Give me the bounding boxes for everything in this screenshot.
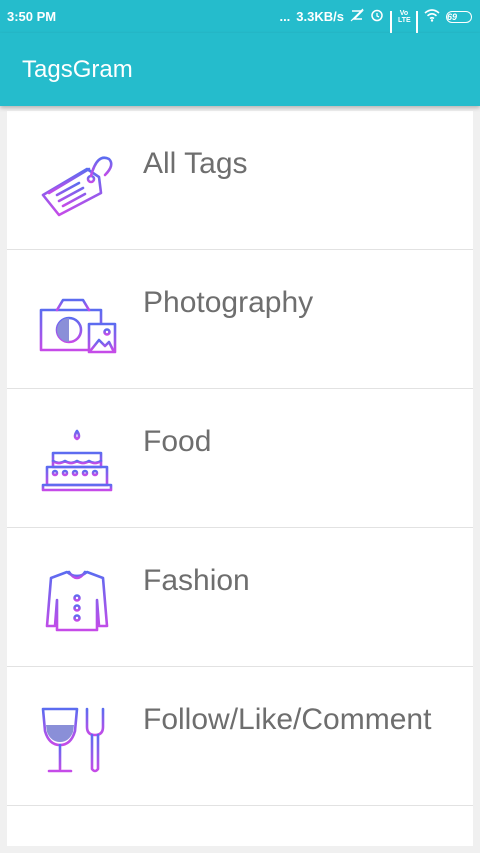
cake-icon [39, 427, 119, 499]
category-item-all-tags[interactable]: All Tags [7, 111, 473, 250]
network-speed: 3.3KB/s [296, 9, 344, 24]
volte-icon: Vo LTE [398, 9, 411, 24]
status-bar: 3:50 PM ... 3.3KB/s Vo LTE 69 [0, 0, 480, 38]
app-bar: TagsGram [0, 33, 480, 106]
category-item-follow-like-comment[interactable]: Follow/Like/Comment [7, 667, 473, 806]
category-list: All Tags Photography Food Fashion Follow… [7, 111, 473, 846]
category-item-food[interactable]: Food [7, 389, 473, 528]
camera-icon [39, 288, 119, 360]
wine-fork-icon [39, 705, 119, 777]
category-label: Fashion [143, 564, 250, 597]
category-item-partial[interactable] [7, 806, 473, 846]
data-saver-icon [350, 8, 364, 25]
status-time: 3:50 PM [7, 9, 57, 24]
status-icons: ... 3.3KB/s Vo LTE 69 [279, 8, 472, 38]
category-label: All Tags [143, 147, 248, 180]
signal-icon [390, 10, 392, 38]
category-item-fashion[interactable]: Fashion [7, 528, 473, 667]
category-label: Photography [143, 286, 314, 319]
wifi-icon [424, 8, 440, 25]
alarm-icon [370, 8, 384, 25]
category-label: Follow/Like/Comment [143, 703, 432, 736]
category-label: Food [143, 425, 212, 458]
notification-dots: ... [279, 9, 291, 24]
shirt-icon [39, 566, 119, 638]
app-title: TagsGram [22, 55, 133, 83]
tag-icon [39, 149, 119, 221]
battery-icon: 69 [446, 10, 472, 23]
category-item-photography[interactable]: Photography [7, 250, 473, 389]
signal-icon-2 [416, 10, 418, 38]
